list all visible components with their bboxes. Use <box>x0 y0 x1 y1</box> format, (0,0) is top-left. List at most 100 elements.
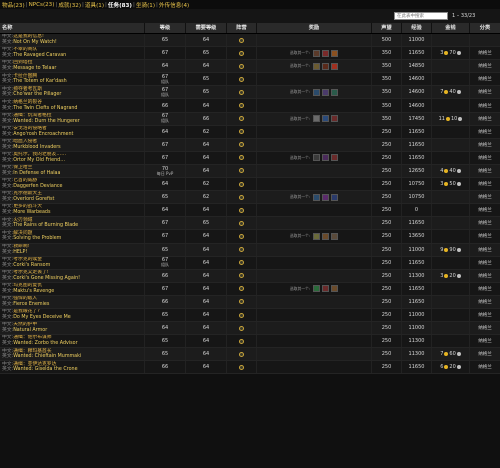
quest-name-zh[interactable]: 强悍的敌人 <box>13 296 37 301</box>
quest-name-zh[interactable]: 回到塔拉 <box>13 60 32 65</box>
table-row[interactable]: 中文:安戈洛的侵略者 英文:Ango'rosh Encroachment 64 62 2… <box>0 125 500 139</box>
quest-name-zh[interactable]: 卡拉什图腾 <box>13 74 37 79</box>
table-row[interactable]: 中文:救命啊! 英文:HELP! 65 64 250 11000 9 90 纳格兰 <box>0 243 500 257</box>
category-link[interactable]: 纳格兰 <box>478 181 492 187</box>
category-link[interactable]: 纳格兰 <box>478 76 492 82</box>
table-row[interactable]: 中文:天然的护甲 英文:Natural Armor 64 64 250 11000 纳格兰 <box>0 322 500 336</box>
table-row[interactable]: 中文:通缉：佐尔布谋师 英文:Wanted: Zorbo the Advisor 6… <box>0 335 500 349</box>
quest-name-zh[interactable]: 通缉：穆玛基酋长 <box>13 349 51 354</box>
column-header-req-level[interactable]: 需要等级 <box>186 23 227 33</box>
quest-name-zh[interactable]: 救命啊! <box>13 244 29 249</box>
table-row[interactable]: 中文:克尔德斯大王 英文:Overlord Gorefist 65 62 选取其一个: 2… <box>0 191 500 205</box>
reward-item-icon[interactable] <box>331 154 339 162</box>
reward-item-icon[interactable] <box>331 285 339 293</box>
table-row[interactable]: 中文:考尔克又走丢了! 英文:Corki's Gone Missing Again… <box>0 269 500 283</box>
column-header-name[interactable]: 名称 <box>0 23 145 33</box>
quest-name-zh[interactable]: 通缉：亚伊达克罗达 <box>13 362 56 367</box>
reward-item-icon[interactable] <box>322 154 330 162</box>
category-link[interactable]: 纳格兰 <box>478 312 492 318</box>
quest-name-zh[interactable]: 奥托尔，我的老朋友…… <box>13 152 66 157</box>
quest-name-en[interactable]: Cho'war the Pillager <box>13 92 61 97</box>
table-row[interactable]: 中文:解决问题 英文:Solving the Problem 67 64 选取其一个: 2… <box>0 230 500 244</box>
column-header-money[interactable]: 金钱 <box>432 23 470 33</box>
reward-item-icon[interactable] <box>322 115 330 123</box>
quest-name-en[interactable]: Ortor My Old Friend… <box>13 158 65 163</box>
quest-name-zh[interactable]: 保卫哈兰 <box>13 165 32 170</box>
table-row[interactable]: 中文:保卫哈兰 英文:In Defense of Halaa 70 每日 PvP 64 2… <box>0 164 500 179</box>
quest-name-zh[interactable]: 匕首的威胁 <box>13 178 37 183</box>
category-link[interactable]: 纳格兰 <box>478 50 492 56</box>
category-link[interactable]: 纳格兰 <box>478 233 492 239</box>
reward-item-icon[interactable] <box>322 49 330 57</box>
reward-item-icon[interactable] <box>313 62 321 70</box>
quest-name-zh[interactable]: 天然的护甲 <box>13 322 37 327</box>
category-link[interactable]: 纳格兰 <box>478 129 492 135</box>
category-link[interactable]: 纳格兰 <box>478 286 492 292</box>
reward-item-icon[interactable] <box>313 88 321 96</box>
category-link[interactable]: 纳格兰 <box>478 116 492 122</box>
column-header-rewards[interactable]: 奖励 <box>257 23 372 33</box>
column-header-reputation[interactable]: 声望 <box>372 23 402 33</box>
category-link[interactable]: 纳格兰 <box>478 89 492 95</box>
table-row[interactable]: 中文:通缉：亚伊达克罗达 英文:Wanted: Giselda the Crone… <box>0 361 500 375</box>
quest-name-zh[interactable]: 通缉：佐尔布谋师 <box>13 335 51 340</box>
category-link[interactable]: 纳格兰 <box>478 168 492 174</box>
quest-name-en[interactable]: Ango'rosh Encroachment <box>13 132 73 137</box>
table-search-input[interactable] <box>394 12 448 20</box>
table-row[interactable]: 中文:卡拉什图腾 英文:The Totem of Kar'dash 67 组队 65 35… <box>0 73 500 87</box>
column-header-experience[interactable]: 经验 <box>402 23 432 33</box>
quest-name-en[interactable]: Natural Armor <box>13 328 47 333</box>
quest-name-en[interactable]: Message to Telaar <box>13 66 56 71</box>
category-link[interactable]: 纳格兰 <box>478 220 492 226</box>
quest-name-en[interactable]: Wanted: Giselda the Crone <box>13 367 77 372</box>
quest-name-zh[interactable]: 安戈洛的侵略者 <box>13 126 47 131</box>
quest-name-en[interactable]: HELP! <box>13 250 27 255</box>
reward-item-icon[interactable] <box>313 49 321 57</box>
quest-name-zh[interactable]: 暗血入侵者 <box>13 139 37 144</box>
quest-name-en[interactable]: Solving the Problem <box>13 236 61 241</box>
quest-name-en[interactable]: Not On My Watch! <box>13 40 57 45</box>
tab-2[interactable]: 成就(32) <box>58 1 81 9</box>
reward-item-icon[interactable] <box>322 193 330 201</box>
reward-item-icon[interactable] <box>322 62 330 70</box>
reward-item-icon[interactable] <box>331 232 339 240</box>
quest-name-en[interactable]: The Rains of Burning Blade <box>13 223 78 228</box>
quest-name-zh[interactable]: 这是我的信息! <box>13 34 44 39</box>
quest-name-en[interactable]: In Defense of Halaa <box>13 171 60 176</box>
quest-name-en[interactable]: Fierce Enemies <box>13 302 49 307</box>
column-header-level[interactable]: 等级 <box>145 23 186 33</box>
quest-name-zh[interactable]: 考尔克的赎金 <box>13 257 42 262</box>
quest-name-en[interactable]: Daggerfen Deviance <box>13 184 62 189</box>
quest-name-en[interactable]: Wanted: Zorbo the Advisor <box>13 341 77 346</box>
table-row[interactable]: 中文:通缉：饥渴者格拉 英文:Wanted: Durn the Hungerer 6… <box>0 112 500 126</box>
quest-name-zh[interactable]: 克尔德斯大王 <box>13 191 42 196</box>
reward-item-icon[interactable] <box>331 62 339 70</box>
category-link[interactable]: 纳格兰 <box>478 207 492 213</box>
column-header-category[interactable]: 分类 <box>470 23 500 33</box>
quest-name-en[interactable]: Corki's Gone Missing Again! <box>13 276 80 281</box>
quest-name-en[interactable]: Corki's Ransom <box>13 263 50 268</box>
quest-name-en[interactable]: Wanted: Durn the Hungerer <box>13 119 80 124</box>
category-link[interactable]: 纳格兰 <box>478 351 492 357</box>
table-row[interactable]: 中文:回到塔拉 英文:Message to Telaar 64 64 选取其一个: 350… <box>0 60 500 74</box>
tab-4[interactable]: 任务(83) <box>108 1 132 9</box>
quest-name-en[interactable]: More Warbeads <box>13 210 50 215</box>
quest-name-zh[interactable]: 纳格兰的裂谷 <box>13 100 42 105</box>
category-link[interactable]: 纳格兰 <box>478 155 492 161</box>
reward-item-icon[interactable] <box>322 285 330 293</box>
reward-item-icon[interactable] <box>313 154 321 162</box>
table-row[interactable]: 中文:奥托尔，我的老朋友…… 英文:Ortor My Old Friend… 67 6… <box>0 151 500 165</box>
quest-name-en[interactable]: Overlord Gorefist <box>13 197 54 202</box>
quest-name-zh[interactable]: 考尔克又走丢了! <box>13 270 49 275</box>
table-row[interactable]: 中文:考尔克的赎金 英文:Corki's Ransom 67 组队 64 250 11650… <box>0 256 500 270</box>
table-row[interactable]: 中文:这是我的信息! 英文:Not On My Watch! 65 64 500 1100… <box>0 34 500 48</box>
quest-name-zh[interactable]: 掠夺者考瓦斯 <box>13 87 42 92</box>
quest-name-en[interactable]: The Ravaged Caravan <box>13 53 66 58</box>
reward-item-icon[interactable] <box>331 193 339 201</box>
quest-name-zh[interactable]: 不幸的商队 <box>13 47 37 52</box>
reward-item-icon[interactable] <box>313 285 321 293</box>
reward-item-icon[interactable] <box>313 193 321 201</box>
category-link[interactable]: 纳格兰 <box>478 325 492 331</box>
category-link[interactable]: 纳格兰 <box>478 142 492 148</box>
table-row[interactable]: 中文:更多的战斗犬 英文:More Warbeads 64 64 250 0 纳格兰 <box>0 204 500 218</box>
